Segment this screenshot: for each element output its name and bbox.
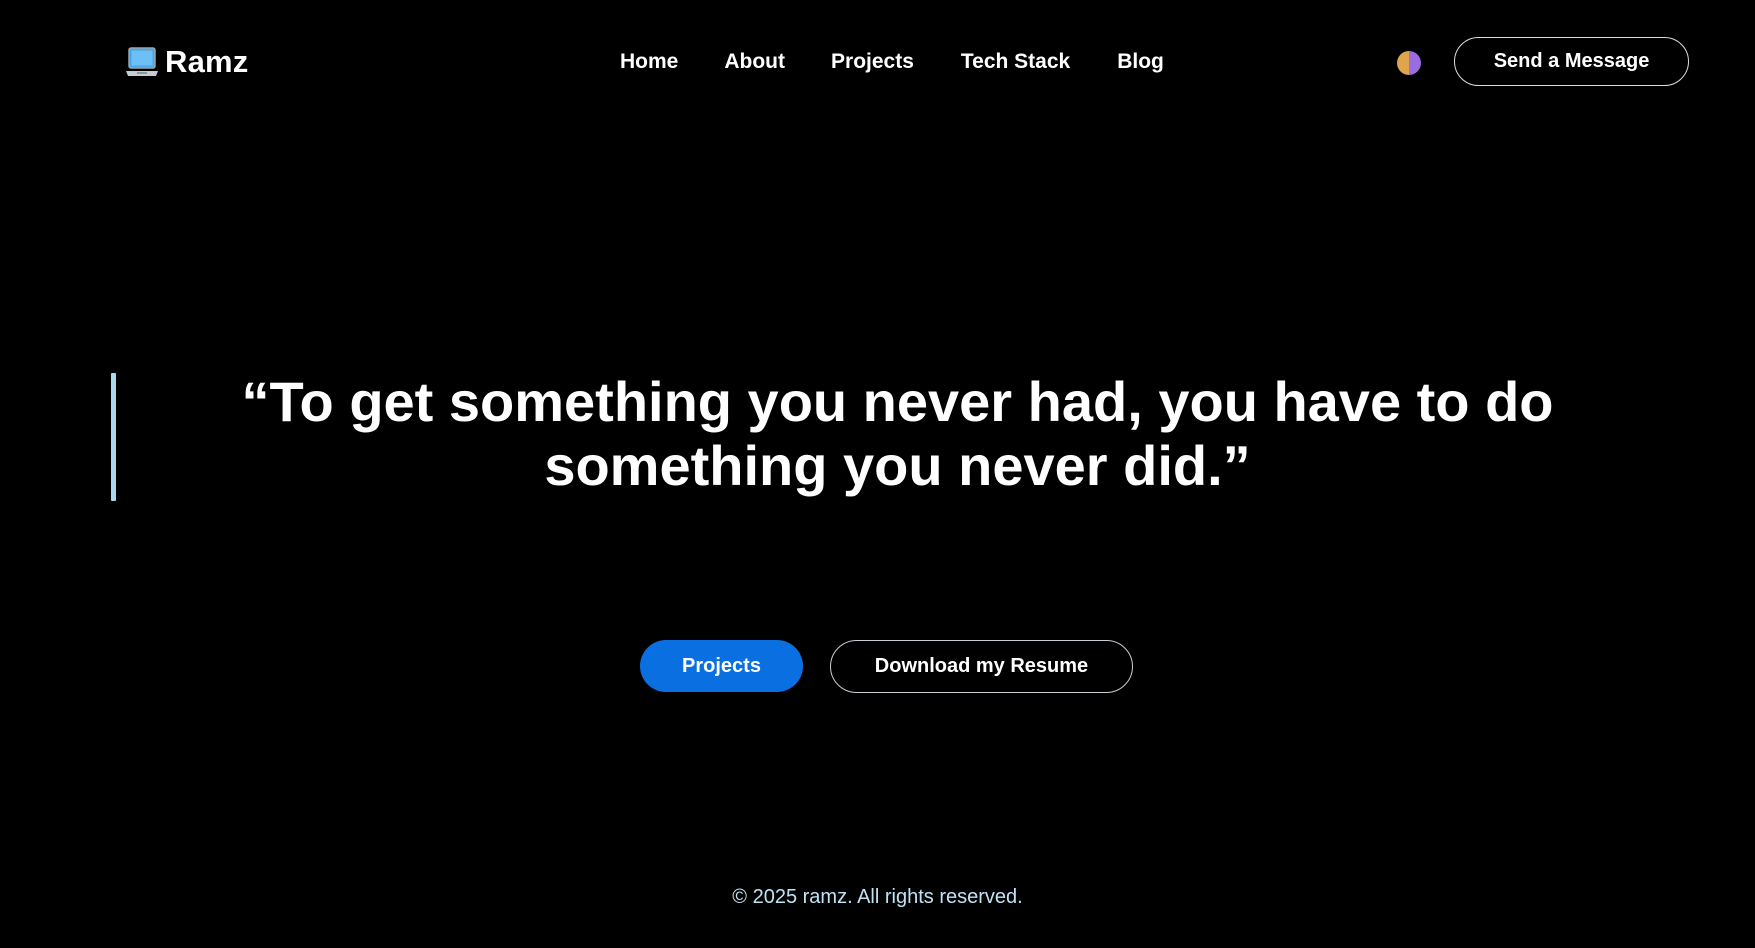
nav-link-tech-stack[interactable]: Tech Stack	[961, 46, 1070, 78]
hero-actions: Projects Download my Resume	[0, 640, 1755, 694]
nav-link-home[interactable]: Home	[620, 46, 678, 78]
brand-name: Ramz	[165, 44, 249, 79]
projects-button[interactable]: Projects	[640, 640, 803, 692]
send-message-button[interactable]: Send a Message	[1454, 37, 1689, 86]
page: Ramz Home About Projects Tech Stack Blog…	[0, 0, 1755, 948]
hero-quote: “To get something you never had, you hav…	[241, 370, 1554, 497]
nav-link-about[interactable]: About	[724, 46, 785, 78]
brand-logo-link[interactable]: Ramz	[125, 42, 249, 82]
copyright-text: © 2025 ramz. All rights reserved.	[732, 886, 1023, 908]
laptop-icon	[126, 47, 158, 76]
main-nav: Home About Projects Tech Stack Blog	[620, 46, 1164, 78]
theme-toggle-icon[interactable]	[1397, 51, 1421, 75]
site-footer: © 2025 ramz. All rights reserved.	[0, 886, 1755, 909]
site-header: Ramz Home About Projects Tech Stack Blog…	[0, 0, 1755, 124]
quote-accent-bar	[111, 373, 116, 501]
download-resume-button[interactable]: Download my Resume	[830, 640, 1133, 693]
nav-link-blog[interactable]: Blog	[1117, 46, 1164, 78]
nav-link-projects[interactable]: Projects	[831, 46, 914, 78]
